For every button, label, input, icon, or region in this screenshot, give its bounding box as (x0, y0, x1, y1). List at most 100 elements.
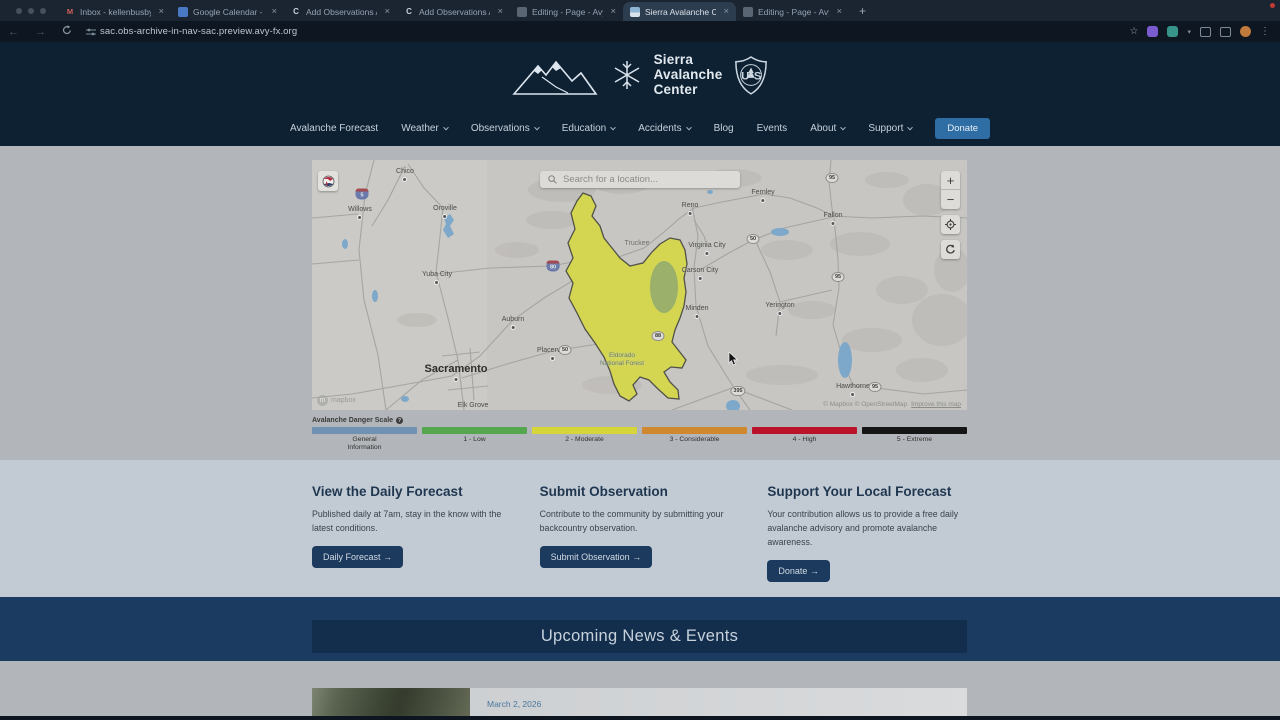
news-band: Upcoming News & Events (0, 597, 1280, 661)
forecast-map[interactable]: Chico Willows Oroville Yuba City Auburn Place… (312, 160, 967, 410)
legend-5-extreme: 5 - Extreme (862, 427, 967, 452)
tab-close-icon[interactable]: × (269, 6, 277, 17)
url-field[interactable]: sac.obs-archive-in-nav-sac.preview.avy-f… (100, 26, 1130, 37)
browser-tab-add-observations-archive-na[interactable]: C Add Observations Archive na × (284, 2, 397, 21)
browser-tab-add-observations-archive-na[interactable]: C Add Observations Archive na × (397, 2, 510, 21)
forward-icon[interactable]: → (27, 26, 54, 38)
mouse-cursor (728, 352, 739, 366)
geolocate-button[interactable] (941, 215, 960, 234)
profile-avatar[interactable] (1240, 26, 1251, 37)
legend-label: 3 - Considerable (669, 436, 720, 443)
daily-forecast-button[interactable]: Daily Forecast → (312, 546, 404, 569)
tab-title: Editing - Page - AvyFx (758, 6, 829, 17)
news-title: Upcoming News & Events (540, 627, 739, 645)
browser-tab-editing-page-avyfx[interactable]: Editing - Page - AvyFx × (736, 2, 849, 21)
event-date: March 2, 2026 (487, 699, 542, 709)
nav-donate-button[interactable]: Donate (935, 118, 990, 139)
map-label-chico: Chico (396, 168, 414, 182)
mapbox-logo[interactable]: m mapbox (317, 395, 356, 406)
improve-map-link[interactable]: Improve this map (911, 401, 961, 408)
nav-item-label: Weather (401, 123, 439, 134)
browser-menu-icon[interactable]: ⋮ (1260, 26, 1270, 37)
legend-scale: General Information 1 - Low 2 - Moderate 3 … (312, 427, 967, 452)
map-label-eldorado-national-forest: Eldorado National Forest (599, 352, 645, 367)
avyfx-favicon (517, 6, 527, 17)
window-controls[interactable] (0, 0, 58, 21)
tab-close-icon[interactable]: × (156, 6, 164, 17)
map-label-auburn: Auburn (502, 316, 525, 330)
browser-panel-icon[interactable] (1200, 26, 1211, 37)
submit-observation-button[interactable]: Submit Observation → (539, 546, 653, 569)
card-body: Contribute to the community by submittin… (539, 509, 724, 534)
recording-indicator-icon (1270, 3, 1275, 8)
nav-item-events[interactable]: Events (757, 123, 788, 134)
browser-tab-inbox-kellenbusby-gmail-c[interactable]: M Inbox - kellenbusby@gmail.c × (58, 2, 171, 21)
nav-item-accidents[interactable]: Accidents (638, 123, 692, 134)
nav-item-blog[interactable]: Blog (714, 123, 734, 134)
nav-item-about[interactable]: About (810, 123, 847, 134)
tab-close-icon[interactable]: × (834, 6, 842, 17)
map-label-fernley: Fernley (751, 189, 774, 203)
window-minimize-icon[interactable] (28, 7, 34, 14)
road-shield-88: 88 (651, 331, 665, 341)
tab-close-icon[interactable]: × (608, 6, 616, 17)
refresh-icon (946, 244, 955, 254)
site-logo[interactable]: Sierra Avalanche Center U S (0, 52, 1280, 97)
nav-item-education[interactable]: Education (562, 123, 617, 134)
snowflake-icon (614, 60, 639, 89)
browser-share-icon[interactable] (1220, 26, 1231, 37)
gmail-favicon: M (66, 7, 74, 16)
map-search[interactable] (540, 171, 740, 188)
legend-1-low: 1 - Low (422, 427, 527, 452)
extensions-expand-icon[interactable]: ▾ (1187, 28, 1191, 36)
page-body: Sierra Avalanche Center U S Avalanche Fo… (0, 42, 1280, 716)
tab-close-icon[interactable]: × (382, 6, 390, 17)
site-header: Sierra Avalanche Center U S Avalanche Fo… (0, 42, 1280, 146)
nav-item-observations[interactable]: Observations (471, 123, 540, 134)
nav-item-support[interactable]: Support (868, 123, 914, 134)
chevron-down-icon (840, 124, 847, 130)
map-label-minden: Minden (686, 305, 709, 319)
legend-label: 2 - Moderate (565, 436, 604, 443)
site-info-icon[interactable] (86, 27, 96, 37)
browser-tab-google-calendar-march-20[interactable]: Google Calendar - March 20 × (171, 2, 284, 21)
map-label-oroville: Oroville (433, 205, 457, 219)
attribution-text: © Mapbox © OpenStreetMap (823, 401, 908, 408)
card-title: View the Daily Forecast (312, 484, 463, 499)
avyfx-favicon (743, 6, 753, 17)
info-icon[interactable]: ? (396, 417, 404, 424)
legend-color-bar (752, 427, 857, 434)
browser-tab-editing-page-avyfx[interactable]: Editing - Page - AvyFx × (510, 2, 623, 21)
zoom-out-button[interactable]: − (941, 190, 960, 209)
map-label-yerington: Yerington (765, 302, 794, 316)
tab-close-icon[interactable]: × (721, 6, 729, 17)
road-shield-395: 395 (730, 386, 746, 396)
extension-icon[interactable] (1167, 26, 1179, 37)
chevron-down-icon (610, 124, 617, 130)
nav-item-avalanche-forecast[interactable]: Avalanche Forecast (290, 123, 378, 134)
browser-tab-sierra-avalanche-center[interactable]: Sierra Avalanche Center × (623, 2, 736, 21)
zoom-in-button[interactable]: + (941, 171, 960, 190)
road-shield-50: 50 (558, 345, 572, 355)
map-attribution: © Mapbox © OpenStreetMap Improve this map (823, 401, 961, 408)
map-label-hawthorne: Hawthorne (836, 383, 870, 397)
back-icon[interactable]: ← (0, 26, 27, 38)
donate-button[interactable]: Donate → (767, 560, 830, 583)
bookmark-star-icon[interactable]: ☆ (1130, 26, 1139, 37)
event-card[interactable]: March 2, 2026 (312, 688, 967, 716)
road-shield-95: 95 (831, 272, 845, 282)
extension-icon[interactable] (1147, 26, 1159, 37)
tab-title: Add Observations Archive na (306, 6, 377, 17)
new-tab-button[interactable]: + (849, 4, 876, 21)
reload-icon[interactable] (54, 25, 80, 38)
card-view-the-daily-forecast: View the Daily Forecast Published daily a… (312, 484, 517, 582)
reset-view-button[interactable] (941, 240, 960, 259)
window-maximize-icon[interactable] (40, 7, 46, 14)
map-layers-button[interactable] (318, 171, 338, 191)
map-search-input[interactable] (562, 174, 732, 185)
tab-title: Inbox - kellenbusby@gmail.c (80, 6, 152, 17)
window-close-icon[interactable] (16, 7, 22, 14)
tab-close-icon[interactable]: × (495, 6, 503, 17)
nav-item-label: Events (756, 123, 788, 134)
nav-item-weather[interactable]: Weather (401, 123, 449, 134)
